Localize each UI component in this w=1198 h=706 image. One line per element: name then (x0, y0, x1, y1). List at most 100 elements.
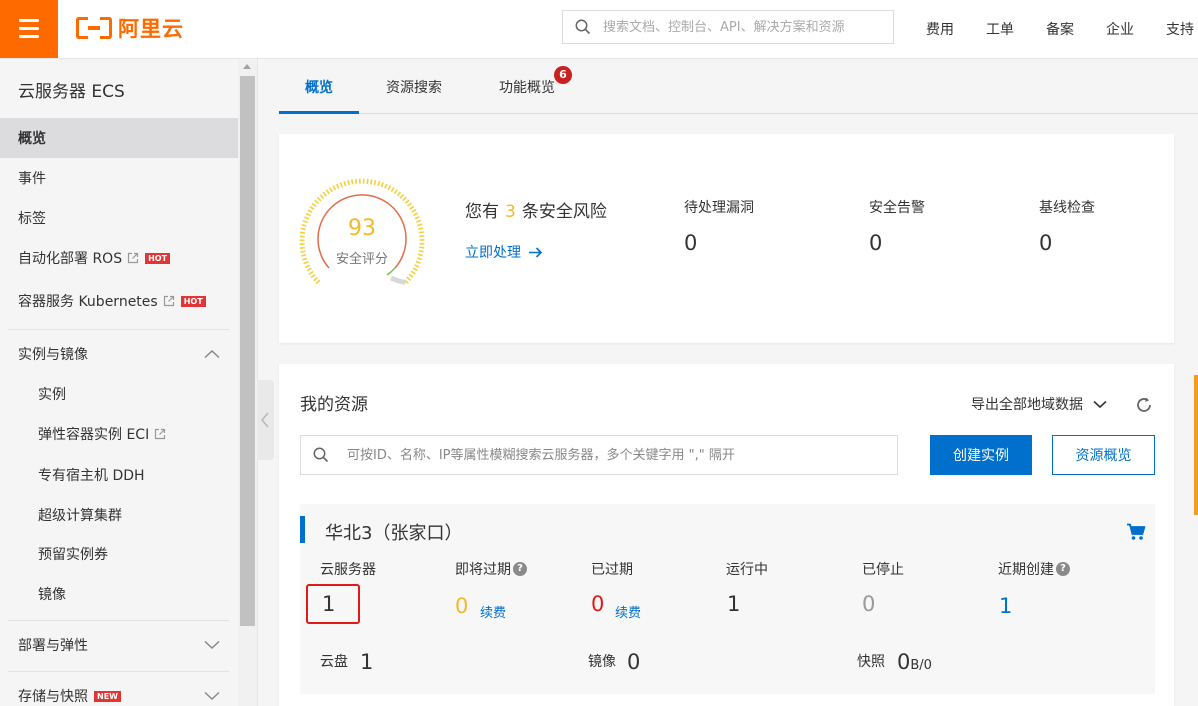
create-instance-button[interactable]: 创建实例 (930, 435, 1032, 475)
sidebar-group-instances[interactable]: 实例与镜像 (0, 334, 238, 374)
sidebar-item-events[interactable]: 事件 (0, 158, 238, 198)
expired-renew-link[interactable]: 续费 (615, 602, 641, 621)
nav-enterprise[interactable]: 企业 (1106, 19, 1134, 39)
sidebar: 云服务器 ECS 概览 事件 标签 自动化部署 ROS HOT 容器服务 Kub… (0, 59, 258, 706)
hot-badge: HOT (145, 252, 171, 264)
sidebar-item-ros[interactable]: 自动化部署 ROS HOT (0, 238, 238, 278)
sidebar-divider (8, 329, 229, 330)
expired-count[interactable]: 0 (591, 592, 604, 616)
nav-icp-filing[interactable]: 备案 (1046, 19, 1074, 39)
expiring-renew-link[interactable]: 续费 (480, 602, 506, 621)
running-label: 运行中 (726, 562, 768, 578)
stat-alerts-value[interactable]: 0 (869, 231, 882, 255)
chevron-left-icon (261, 412, 269, 428)
recent-label: 近期创建? (998, 559, 1070, 579)
sidebar-item-label: 预留实例券 (38, 547, 108, 563)
scroll-up-arrow-icon[interactable] (243, 64, 251, 69)
sidebar-item-label: 容器服务 Kubernetes (18, 294, 158, 310)
region-panel: 华北3（张家口） 云服务器 1 即将过期? 0 续费 已过期 0 续费 运行中 … (300, 504, 1155, 694)
tab-label: 资源搜索 (386, 80, 442, 96)
snapshot-count[interactable]: 0B/0 (897, 650, 932, 674)
sidebar-item-label: 镜像 (38, 587, 66, 603)
sidebar-item-eci[interactable]: 弹性容器实例 ECI (0, 414, 238, 454)
global-search-input[interactable] (601, 18, 893, 36)
sidebar-group-storage[interactable]: 存储与快照 NEW (0, 676, 238, 706)
export-region-data-dropdown[interactable]: 导出全部地域数据 (971, 394, 1107, 414)
resource-overview-button[interactable]: 资源概览 (1052, 435, 1155, 475)
tab-label: 功能概览 (499, 80, 555, 96)
stopped-count[interactable]: 0 (862, 592, 875, 616)
refresh-icon[interactable] (1134, 395, 1154, 415)
scrollbar-thumb[interactable] (240, 76, 255, 626)
sidebar-item-label: 实例 (38, 387, 66, 403)
sidebar-item-kubernetes[interactable]: 容器服务 Kubernetes HOT (0, 281, 238, 321)
sidebar-item-label: 概览 (18, 131, 46, 147)
nav-fees[interactable]: 费用 (926, 19, 954, 39)
risk-suffix: 条安全风险 (521, 202, 607, 222)
expiring-count[interactable]: 0 (455, 594, 468, 618)
recent-count[interactable]: 1 (999, 594, 1012, 618)
snapshot-count-value: 0 (897, 650, 911, 674)
running-count[interactable]: 1 (727, 592, 740, 616)
tab-bar: 概览 资源搜索 功能概览 (279, 59, 1198, 114)
stat-vulnerabilities-label: 待处理漏洞 (684, 200, 754, 216)
sidebar-item-label: 超级计算集群 (38, 508, 122, 524)
sidebar-group-deployment[interactable]: 部署与弹性 (0, 625, 238, 665)
my-resources-card: 我的资源 导出全部地域数据 创建实例 资源概览 华北3（张家口） 云服务器 1 … (279, 364, 1174, 706)
handle-now-link[interactable]: 立即处理 (465, 242, 543, 262)
search-icon (575, 19, 591, 35)
expiring-label-text: 即将过期 (455, 562, 511, 578)
sidebar-group-label: 存储与快照 (18, 689, 88, 705)
hamburger-menu-icon[interactable] (0, 0, 58, 58)
security-score-label: 安全评分 (335, 252, 388, 267)
stat-vulnerabilities-value[interactable]: 0 (684, 231, 697, 255)
help-icon[interactable]: ? (1056, 562, 1070, 576)
recent-label-text: 近期创建 (998, 562, 1054, 578)
highlight-annotation-box (306, 584, 360, 624)
sidebar-item-overview[interactable]: 概览 (0, 118, 238, 158)
brand-name: 阿里云 (118, 17, 184, 41)
sidebar-item-images[interactable]: 镜像 (0, 574, 238, 614)
help-icon[interactable]: ? (513, 562, 527, 576)
external-link-icon (163, 295, 174, 307)
external-link-icon (127, 252, 139, 264)
sidebar-item-scc[interactable]: 超级计算集群 (0, 495, 238, 535)
sidebar-scrollbar[interactable] (238, 60, 257, 706)
global-search[interactable] (562, 10, 894, 44)
tab-resource-search[interactable]: 资源搜索 (377, 59, 451, 113)
sidebar-title: 云服务器 ECS (18, 82, 125, 102)
export-label: 导出全部地域数据 (971, 397, 1083, 413)
snapshot-label: 快照 (857, 654, 885, 670)
sidebar-item-instances[interactable]: 实例 (0, 374, 238, 414)
sidebar-item-label: 专有宿主机 DDH (38, 468, 145, 484)
sidebar-group-label: 部署与弹性 (18, 638, 88, 654)
nav-tickets[interactable]: 工单 (986, 19, 1014, 39)
sidebar-item-tags[interactable]: 标签 (0, 198, 238, 238)
sidebar-divider (8, 620, 229, 621)
servers-label: 云服务器 (320, 562, 376, 578)
disk-label: 云盘 (320, 654, 348, 670)
stat-baseline-label: 基线检查 (1039, 200, 1095, 216)
image-count[interactable]: 0 (627, 650, 640, 674)
sidebar-collapse-handle[interactable] (257, 380, 274, 460)
tab-count-badge: 6 (554, 66, 572, 84)
chevron-down-icon (204, 691, 220, 701)
sidebar-item-reserved-instances[interactable]: 预留实例券 (0, 534, 238, 574)
stopped-label: 已停止 (862, 562, 904, 578)
stat-baseline-value[interactable]: 0 (1039, 231, 1052, 255)
sidebar-item-ddh[interactable]: 专有宿主机 DDH (0, 455, 238, 495)
my-resources-title: 我的资源 (300, 395, 368, 415)
tab-overview[interactable]: 概览 (279, 59, 359, 114)
disk-count[interactable]: 1 (360, 650, 373, 674)
security-score-value: 93 (348, 216, 376, 241)
sidebar-item-label: 事件 (18, 171, 46, 187)
image-label: 镜像 (588, 654, 616, 670)
tab-label: 概览 (305, 80, 333, 96)
tab-feature-overview[interactable]: 功能概览 (487, 59, 567, 113)
expired-label: 已过期 (591, 562, 633, 578)
resource-search[interactable] (300, 435, 898, 475)
aliyun-logo[interactable]: 阿里云 (76, 13, 184, 43)
shopping-cart-icon[interactable] (1126, 523, 1146, 541)
nav-support[interactable]: 支持 (1166, 19, 1194, 39)
resource-search-input[interactable] (345, 446, 897, 464)
